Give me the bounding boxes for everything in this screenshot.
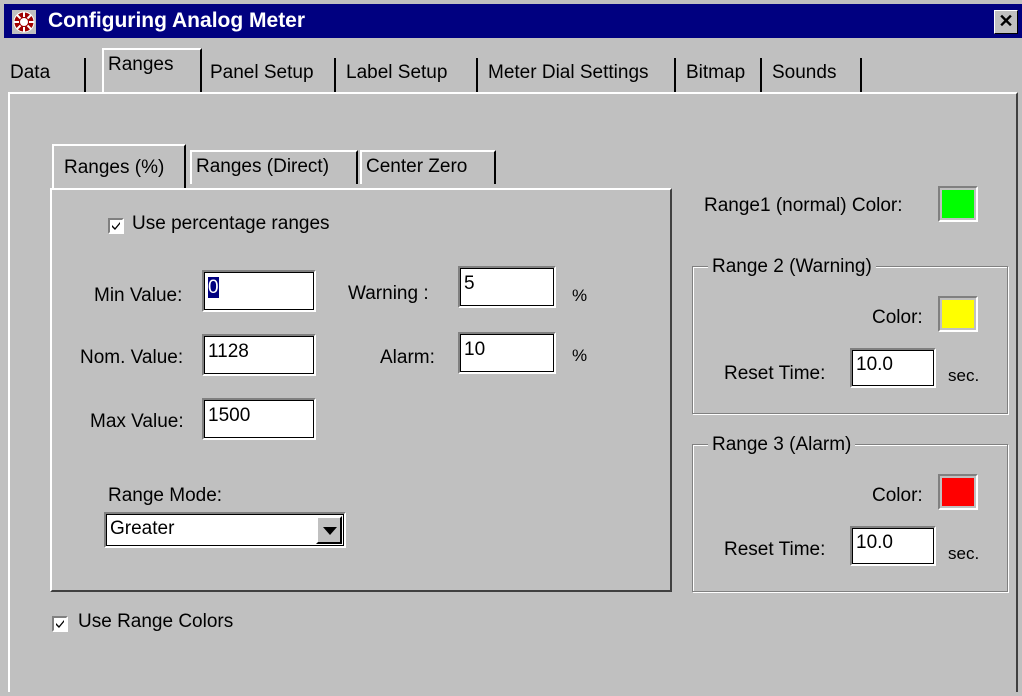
warning-label: Warning : [348,283,429,304]
dropdown-button[interactable] [316,516,342,544]
warning-field[interactable]: 5 [458,266,556,308]
range2-unit: sec. [948,366,980,385]
title-bar[interactable]: Configuring Analog Meter ✕ [4,4,1022,38]
range-mode-select[interactable]: Greater [104,512,346,548]
alarm-unit: % [572,346,588,365]
max-value-label: Max Value: [90,411,184,432]
range2-color-label: Color: [872,307,923,328]
subtab-ranges-direct[interactable]: Ranges (Direct) [190,150,358,184]
range1-color-swatch[interactable] [938,186,978,222]
range2-color-swatch[interactable] [938,296,978,332]
range1-color-label: Range1 (normal) Color: [704,195,903,216]
range2-color-fill [942,300,974,328]
checkmark-icon [112,222,120,230]
nom-value-label: Nom. Value: [80,347,184,368]
range2-reset-field[interactable]: 10.0 [850,348,936,388]
warning-unit: % [572,286,588,305]
close-button[interactable]: ✕ [994,10,1018,34]
min-value-label: Min Value: [94,285,183,306]
range3-unit: sec. [948,544,980,563]
use-range-colors-label: Use Range Colors [78,611,234,632]
use-percentage-label: Use percentage ranges [132,213,330,234]
main-tab-strip: Data Ranges Panel Setup Label Setup Mete… [4,44,1022,92]
alarm-field[interactable]: 10 [458,332,556,374]
tab-panel-setup[interactable]: Panel Setup [206,58,336,92]
range3-color-fill [942,478,974,506]
range1-color-fill [942,190,974,218]
tab-label-setup[interactable]: Label Setup [342,58,478,92]
app-icon [12,10,36,34]
range3-title: Range 3 (Alarm) [708,434,856,456]
dialog-window: Configuring Analog Meter ✕ Data Ranges P… [0,0,1022,696]
range3-reset-label: Reset Time: [724,539,826,560]
tab-sounds[interactable]: Sounds [768,58,862,92]
close-icon: ✕ [998,11,1014,31]
checkmark-icon [56,620,64,628]
range2-reset-label: Reset Time: [724,363,826,384]
range3-color-swatch[interactable] [938,474,978,510]
chevron-down-icon [323,527,337,535]
range3-reset-field[interactable]: 10.0 [850,526,936,566]
use-percentage-checkbox[interactable] [108,218,124,234]
range2-group [692,266,1008,414]
range-mode-label: Range Mode: [108,485,223,506]
window-title: Configuring Analog Meter [48,9,306,32]
tab-bitmap[interactable]: Bitmap [682,58,762,92]
use-range-colors-checkbox[interactable] [52,616,68,632]
range3-color-label: Color: [872,485,923,506]
subtab-ranges-percent[interactable]: Ranges (%) [52,144,186,190]
tab-meter-dial-settings[interactable]: Meter Dial Settings [484,58,676,92]
tab-ranges[interactable]: Ranges [102,48,202,92]
range3-group [692,444,1008,592]
min-value-field[interactable]: 0 [202,270,316,312]
subtab-center-zero[interactable]: Center Zero [360,150,496,184]
nom-value-field[interactable]: 1128 [202,334,316,376]
max-value-field[interactable]: 1500 [202,398,316,440]
alarm-label: Alarm: [380,347,435,368]
range2-title: Range 2 (Warning) [708,256,876,278]
tab-data[interactable]: Data [6,58,86,92]
